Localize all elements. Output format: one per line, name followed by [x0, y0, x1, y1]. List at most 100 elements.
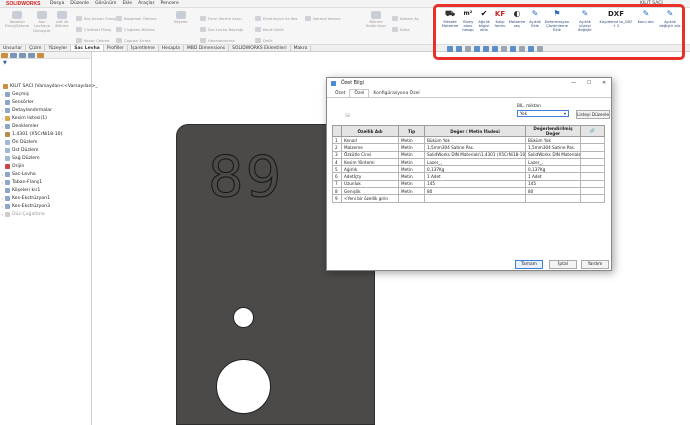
- sketched-bend-button[interactable]: Çizgiden Bükme: [116, 27, 155, 32]
- minimize-icon[interactable]: —: [571, 80, 576, 86]
- tree-root-part[interactable]: KILIT SACI (Varsayılan<<Varsayılan>_: [3, 83, 98, 90]
- tree-item-cut-list[interactable]: › Kesim listesi(1): [0, 115, 47, 122]
- view-orientation-icon[interactable]: [483, 45, 489, 52]
- appearance-icon[interactable]: [510, 45, 516, 52]
- tab-config-specific[interactable]: Konfigürasyona Özel: [369, 90, 423, 97]
- tree-item-cut-extrude3[interactable]: › Kes-Ekstrüzyon3: [0, 203, 50, 210]
- tree-item-break-corner[interactable]: Köşeleri kır1: [0, 187, 40, 194]
- tab-yuzeyler[interactable]: Yüzeyler: [45, 45, 72, 51]
- custom-btn-7[interactable]: ⚑ Deformasyon Çözümleme Ekle: [542, 10, 572, 32]
- previous-view-icon[interactable]: [465, 45, 471, 52]
- table-row[interactable]: 3 Özkütle Cinsi Metin SolidWorks DIN Materi…: [332, 150, 605, 159]
- row-checkbox[interactable]: [580, 143, 605, 152]
- filter-icon[interactable]: ▼: [0, 59, 91, 66]
- tab-mbd[interactable]: MBD Dimensions: [184, 45, 230, 51]
- config-manager-tab-icon[interactable]: [19, 52, 26, 58]
- tab-makro[interactable]: Makro: [291, 45, 312, 51]
- tree-item-history[interactable]: › Geçmiş: [0, 91, 29, 98]
- tree-item-right-plane[interactable]: Sağ Düzlem: [0, 155, 40, 162]
- simple-hole-button[interactable]: Kesik Delik: [255, 27, 284, 32]
- table-row[interactable]: 7 Uzunluk Metin 145 145: [332, 179, 605, 189]
- property-manager-tab-icon[interactable]: [10, 52, 17, 58]
- tab-profiller[interactable]: Profiller: [104, 45, 128, 51]
- tree-item-flat-pattern[interactable]: › Düz-Çoğaltma: [0, 211, 45, 218]
- custom-btn-2[interactable]: m² Yüzey alanı hesap: [460, 10, 476, 32]
- edit-list-button[interactable]: Listeyi Düzenle: [576, 110, 610, 119]
- tree-item-base-flange[interactable]: › Taban-Flanş1: [0, 179, 42, 186]
- tab-sac-levha[interactable]: Sac Levha: [71, 45, 104, 51]
- table-row[interactable]: 6 Adetİçty Metin 1 Adet 1 Adet: [332, 172, 605, 181]
- menu-pencere[interactable]: Pencere: [160, 1, 178, 6]
- tab-slot-button[interactable]: Sac Levha Bayrağı: [200, 27, 243, 32]
- base-flange-button[interactable]: Tabakalı Flanş/Sekme: [4, 11, 30, 29]
- fold-button[interactable]: Katla: [392, 27, 410, 32]
- custom-btn-11[interactable]: ✎ Açıklık değiştir alıc: [658, 10, 682, 28]
- row-checkbox[interactable]: [580, 172, 605, 181]
- miter-flange-button[interactable]: Çizimsel Flanş: [76, 27, 111, 32]
- table-row[interactable]: 5 Ağırlık Metin 0,137Kg 0,137Kg: [332, 165, 605, 174]
- custom-btn-9[interactable]: DXF Kaydetme to_DXF + 2: [598, 10, 634, 28]
- feature-tree-tab-icon[interactable]: [1, 52, 8, 58]
- table-row-new[interactable]: 9 <Yeni bir özellik girin: [332, 194, 605, 203]
- zoom-fit-icon[interactable]: [447, 45, 453, 52]
- tree-item-cut-extrude1[interactable]: › Kes-Ekstrüzyon1: [0, 195, 50, 202]
- jog-button[interactable]: Basamak Ötelme: [116, 16, 157, 21]
- table-row[interactable]: 4 Kesim Yöntemi Metin Lazer_, Lazer_,: [332, 157, 605, 167]
- tree-item-sensors[interactable]: Sensörler: [0, 99, 34, 106]
- row-checkbox[interactable]: [580, 150, 605, 159]
- forming-tool-button[interactable]: Form Verme Aracı: [200, 16, 242, 21]
- custom-btn-5[interactable]: ◐ Malzeme seç: [508, 10, 526, 28]
- tab-hesapla[interactable]: Hesapla: [159, 45, 184, 51]
- custom-btn-4[interactable]: KF Kalıp formu: [492, 10, 508, 28]
- tab-isaretleme[interactable]: İşaretleme: [128, 45, 159, 51]
- menu-duzenle[interactable]: Düzenle: [70, 1, 89, 6]
- vent-button[interactable]: Havalandırma: [200, 38, 235, 43]
- display-manager-tab-icon[interactable]: [37, 52, 44, 58]
- zoom-area-icon[interactable]: [456, 45, 462, 52]
- scene-icon[interactable]: [519, 45, 525, 52]
- cancel-button[interactable]: İptal: [549, 260, 577, 269]
- cross-break-button[interactable]: Çaprazı Kırma: [116, 38, 151, 43]
- table-row[interactable]: 1 Kenarl Metin Büküm Yok Büküm Yok: [332, 135, 605, 145]
- edge-flange-button[interactable]: Sac Kenarı Flanşı: [76, 16, 116, 21]
- menu-araclar[interactable]: Araçlar: [138, 1, 154, 6]
- tree-item-sheet-metal[interactable]: › Sac-Levha: [0, 171, 36, 178]
- extruded-cut-button[interactable]: Ekstrüzyon ile Kes: [255, 16, 297, 21]
- monitor-icon[interactable]: [537, 45, 543, 52]
- tab-eklentiler[interactable]: SOLIDWORKS Eklentileri: [229, 45, 291, 51]
- table-row[interactable]: 8 Genişlik Metin 80 80: [332, 187, 605, 196]
- row-checkbox[interactable]: [580, 157, 605, 167]
- normal-cut-button[interactable]: Normal Kesme: [305, 16, 341, 21]
- custom-btn-8[interactable]: ✎ Açıklık yüzeyi değiştir: [574, 10, 596, 32]
- hem-button[interactable]: Kenar Çekme: [76, 38, 109, 43]
- tree-item-top-plane[interactable]: Üst Düzlem: [0, 147, 38, 154]
- custom-btn-10[interactable]: ✎ Konu alıc: [636, 10, 656, 24]
- close-icon[interactable]: ✕: [602, 80, 606, 86]
- bom-quantity-select[interactable]: Yok ▾: [517, 110, 569, 117]
- hole-button[interactable]: Delik: [255, 38, 273, 43]
- row-checkbox[interactable]: [580, 165, 605, 174]
- tree-item-annotations[interactable]: › Detaylandırmalar: [0, 107, 52, 114]
- lofted-bend-button[interactable]: Loft ile Bükme: [53, 11, 71, 29]
- hide-show-icon[interactable]: [501, 45, 507, 52]
- row-checkbox[interactable]: [580, 179, 605, 189]
- custom-btn-1[interactable]: ⛟ Mesafe Malzeme: [440, 10, 460, 28]
- convert-to-sheet-metal-button[interactable]: Sac Levhaya Dönüştür: [32, 11, 52, 33]
- custom-btn-6[interactable]: ✎ Açıklık Ekle: [527, 10, 543, 28]
- unfold-button[interactable]: Katlanı Aç: [392, 16, 419, 21]
- tree-item-material[interactable]: 1.4301 (X5CrNi18-10): [0, 131, 62, 138]
- delete-button[interactable]: Sil: [345, 114, 350, 119]
- help-button[interactable]: Yardım: [581, 260, 609, 269]
- view-settings-icon[interactable]: [528, 45, 534, 52]
- tab-summary[interactable]: Özet: [331, 90, 349, 97]
- display-style-icon[interactable]: [492, 45, 498, 52]
- row-checkbox[interactable]: [580, 135, 605, 145]
- row-checkbox[interactable]: [580, 187, 605, 196]
- tree-item-origin[interactable]: Orijin: [0, 163, 24, 170]
- corners-button[interactable]: Köşeler: [170, 11, 192, 24]
- tab-unsurlar[interactable]: Unsurlar: [0, 45, 27, 51]
- tab-cizim[interactable]: Çizim: [26, 45, 46, 51]
- section-view-icon[interactable]: [474, 45, 480, 52]
- tree-item-front-plane[interactable]: Ön Düzlem: [0, 139, 37, 146]
- menu-ekle[interactable]: Ekle: [122, 1, 132, 6]
